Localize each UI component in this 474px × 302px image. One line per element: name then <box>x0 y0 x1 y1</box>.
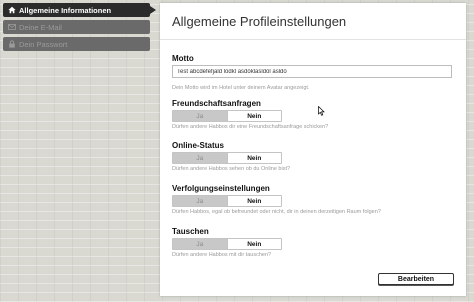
setting-label: Freundschaftsanfragen <box>172 99 261 108</box>
sidebar-nav: Allgemeine Informationen Deine E-Mail De… <box>3 3 156 54</box>
sidebar-item-label: Dein Passwort <box>19 39 68 49</box>
friend-requests-yes-button[interactable]: Ja <box>173 111 227 121</box>
sidebar-item-password[interactable]: Dein Passwort <box>3 37 150 51</box>
motto-hint: Dein Motto wird im Hotel unter deinem Av… <box>172 85 310 91</box>
friend-requests-no-button[interactable]: Nein <box>226 111 281 121</box>
online-status-toggle: Ja Nein <box>172 152 282 164</box>
online-status-yes-button[interactable]: Ja <box>173 153 227 163</box>
setting-friend-requests: Freundschaftsanfragen Ja Nein Dürfen and… <box>172 99 328 130</box>
profile-settings-panel: Allgemeine Profileinstellungen Motto Dei… <box>160 3 466 296</box>
trading-toggle: Ja Nein <box>172 238 282 250</box>
setting-trading: Tauschen Ja Nein Dürfen andere Habbos mi… <box>172 227 282 258</box>
envelope-icon <box>7 23 16 32</box>
sidebar-item-label: Deine E-Mail <box>19 22 62 32</box>
home-icon <box>7 6 16 15</box>
setting-hint: Dürfen andere Habbos mit dir tauschen? <box>172 252 272 258</box>
sidebar-item-general-info[interactable]: Allgemeine Informationen <box>3 3 156 17</box>
save-button[interactable]: Bearbeiten <box>378 273 454 285</box>
friend-requests-toggle: Ja Nein <box>172 110 282 122</box>
lock-icon <box>7 40 16 49</box>
setting-label: Online-Status <box>172 141 225 150</box>
motto-input[interactable] <box>172 65 452 78</box>
motto-label: Motto <box>172 54 194 63</box>
page-title: Allgemeine Profileinstellungen <box>160 3 466 40</box>
sidebar-item-label: Allgemeine Informationen <box>19 5 112 15</box>
follow-yes-button[interactable]: Ja <box>173 196 227 206</box>
setting-hint: Dürfen andere Habbos sehen ob du Online … <box>172 166 291 172</box>
setting-hint: Dürfen Habbos, egal ob befreundet oder n… <box>172 209 381 215</box>
trading-yes-button[interactable]: Ja <box>173 239 227 249</box>
setting-label: Verfolgungseinstellungen <box>172 184 270 193</box>
setting-follow: Verfolgungseinstellungen Ja Nein Dürfen … <box>172 184 381 215</box>
setting-online-status: Online-Status Ja Nein Dürfen andere Habb… <box>172 141 290 172</box>
mouse-cursor-icon <box>318 103 325 121</box>
trading-no-button[interactable]: Nein <box>226 239 281 249</box>
follow-toggle: Ja Nein <box>172 195 282 207</box>
setting-label: Tauschen <box>172 227 209 236</box>
sidebar-item-email[interactable]: Deine E-Mail <box>3 20 150 34</box>
follow-no-button[interactable]: Nein <box>226 196 281 206</box>
online-status-no-button[interactable]: Nein <box>226 153 281 163</box>
setting-hint: Dürfen andere Habbos dir eine Freundscha… <box>172 124 329 130</box>
